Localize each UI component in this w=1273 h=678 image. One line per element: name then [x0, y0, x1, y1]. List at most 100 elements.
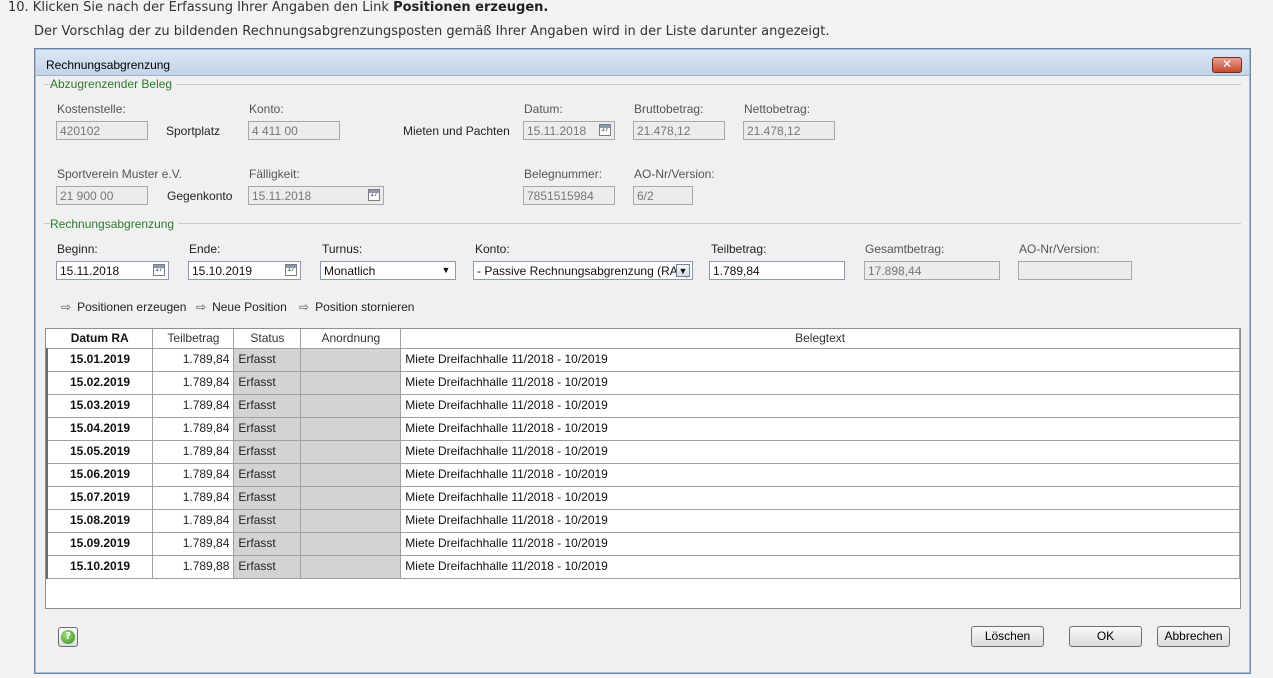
row-belegtext[interactable]: Miete Dreifachhalle 11/2018 - 10/2019: [400, 417, 1240, 441]
table-row[interactable]: 15.10.2019 1.789,88 Erfasst Miete Dreifachh…: [46, 555, 1240, 579]
row-teilbetrag[interactable]: 1.789,84: [152, 440, 235, 464]
row-status[interactable]: Erfasst: [233, 509, 302, 533]
dialog-titlebar[interactable]: Rechnungsabgrenzung ✕: [36, 50, 1249, 76]
teilbetrag-input[interactable]: 1.789,84: [709, 261, 845, 280]
row-datum[interactable]: 15.07.2019: [46, 486, 154, 510]
row-status[interactable]: Erfasst: [233, 394, 302, 418]
abbrechen-button[interactable]: Abbrechen: [1157, 626, 1230, 647]
table-row[interactable]: 15.03.2019 1.789,84 Erfasst Miete Dreifachh…: [46, 394, 1240, 418]
table-row[interactable]: 15.06.2019 1.789,84 Erfasst Miete Dreifachh…: [46, 463, 1240, 487]
row-anordnung[interactable]: [300, 394, 402, 418]
row-teilbetrag[interactable]: 1.789,88: [152, 555, 235, 579]
row-teilbetrag[interactable]: 1.789,84: [152, 532, 235, 556]
row-datum[interactable]: 15.03.2019: [46, 394, 154, 418]
row-datum[interactable]: 15.02.2019: [46, 371, 154, 395]
abgrenzung-ao-label: AO-Nr/Version:: [1019, 242, 1100, 256]
faelligkeit-field: 15.11.2018 17: [248, 186, 384, 205]
row-anordnung[interactable]: [300, 440, 402, 464]
row-status[interactable]: Erfasst: [233, 348, 302, 372]
instruction-description: Der Vorschlag der zu bildenden Rechnungs…: [34, 24, 830, 39]
row-status[interactable]: Erfasst: [233, 463, 302, 487]
row-teilbetrag[interactable]: 1.789,84: [152, 394, 235, 418]
row-status[interactable]: Erfasst: [233, 417, 302, 441]
group-divider-abgrenzung: [44, 223, 1241, 224]
calendar-icon[interactable]: 17: [153, 264, 165, 276]
ende-date-input[interactable]: 15.10.2019 17: [188, 261, 301, 280]
table-row[interactable]: 15.05.2019 1.789,84 Erfasst Miete Dreifachh…: [46, 440, 1240, 464]
row-status[interactable]: Erfasst: [233, 486, 302, 510]
row-datum[interactable]: 15.09.2019: [46, 532, 154, 556]
gesamtbetrag-field: 17.898,44: [864, 261, 1000, 280]
close-button[interactable]: ✕: [1212, 57, 1242, 73]
positionen-erzeugen-link[interactable]: ⇨ Positionen erzeugen: [61, 300, 186, 314]
row-teilbetrag[interactable]: 1.789,84: [152, 463, 235, 487]
table-row[interactable]: 15.09.2019 1.789,84 Erfasst Miete Dreifachh…: [46, 532, 1240, 556]
row-datum[interactable]: 15.06.2019: [46, 463, 154, 487]
row-belegtext[interactable]: Miete Dreifachhalle 11/2018 - 10/2019: [400, 555, 1240, 579]
help-button[interactable]: ?: [58, 627, 78, 647]
calendar-icon[interactable]: 17: [285, 264, 297, 276]
ao-nr-field: 6/2: [633, 186, 693, 205]
table-row[interactable]: 15.04.2019 1.789,84 Erfasst Miete Dreifachh…: [46, 417, 1240, 441]
row-datum[interactable]: 15.04.2019: [46, 417, 154, 441]
ok-button[interactable]: OK: [1069, 626, 1142, 647]
row-datum[interactable]: 15.08.2019: [46, 509, 154, 533]
nettobetrag-field: 21.478,12: [743, 121, 835, 140]
row-teilbetrag[interactable]: 1.789,84: [152, 371, 235, 395]
row-belegtext[interactable]: Miete Dreifachhalle 11/2018 - 10/2019: [400, 532, 1240, 556]
row-teilbetrag[interactable]: 1.789,84: [152, 509, 235, 533]
row-belegtext[interactable]: Miete Dreifachhalle 11/2018 - 10/2019: [400, 509, 1240, 533]
row-datum[interactable]: 15.01.2019: [46, 348, 154, 372]
row-anordnung[interactable]: [300, 555, 402, 579]
neue-position-link[interactable]: ⇨ Neue Position: [196, 300, 287, 314]
column-header-teilbetrag[interactable]: Teilbetrag: [152, 329, 235, 349]
abgrenzung-konto-value: - Passive Rechnungsabgrenzung (RAP): [477, 264, 690, 278]
row-anordnung[interactable]: [300, 371, 402, 395]
kostenstelle-name: Sportplatz: [166, 124, 221, 138]
position-stornieren-label: Position stornieren: [315, 300, 415, 314]
beginn-date-input[interactable]: 15.11.2018 17: [56, 261, 169, 280]
table-row[interactable]: 15.01.2019 1.789,84 Erfasst Miete Dreifachh…: [46, 348, 1240, 372]
turnus-label: Turnus:: [322, 242, 363, 256]
loeschen-button[interactable]: Löschen: [971, 626, 1044, 647]
table-row[interactable]: 15.08.2019 1.789,84 Erfasst Miete Dreifachh…: [46, 509, 1240, 533]
row-status[interactable]: Erfasst: [233, 440, 302, 464]
row-teilbetrag[interactable]: 1.789,84: [152, 417, 235, 441]
row-status[interactable]: Erfasst: [233, 371, 302, 395]
row-teilbetrag[interactable]: 1.789,84: [152, 486, 235, 510]
positionen-erzeugen-label: Positionen erzeugen: [77, 300, 187, 314]
row-anordnung[interactable]: [300, 348, 402, 372]
row-status[interactable]: Erfasst: [233, 532, 302, 556]
bruttobetrag-field: 21.478,12: [633, 121, 725, 140]
row-anordnung[interactable]: [300, 463, 402, 487]
column-header-status[interactable]: Status: [233, 329, 302, 349]
konto-field: 4 411 00: [248, 121, 340, 140]
row-belegtext[interactable]: Miete Dreifachhalle 11/2018 - 10/2019: [400, 463, 1240, 487]
row-datum[interactable]: 15.10.2019: [46, 555, 154, 579]
table-row[interactable]: 15.07.2019 1.789,84 Erfasst Miete Dreifachh…: [46, 486, 1240, 510]
position-stornieren-link[interactable]: ⇨ Position stornieren: [299, 300, 414, 314]
row-teilbetrag[interactable]: 1.789,84: [152, 348, 235, 372]
row-belegtext[interactable]: Miete Dreifachhalle 11/2018 - 10/2019: [400, 348, 1240, 372]
row-belegtext[interactable]: Miete Dreifachhalle 11/2018 - 10/2019: [400, 440, 1240, 464]
column-header-datum[interactable]: Datum RA: [47, 329, 154, 349]
instruction-step: 10. Klicken Sie nach der Erfassung Ihrer…: [8, 0, 548, 15]
row-anordnung[interactable]: [300, 486, 402, 510]
row-belegtext[interactable]: Miete Dreifachhalle 11/2018 - 10/2019: [400, 486, 1240, 510]
row-anordnung[interactable]: [300, 532, 402, 556]
row-datum[interactable]: 15.05.2019: [46, 440, 154, 464]
row-anordnung[interactable]: [300, 509, 402, 533]
table-row[interactable]: 15.02.2019 1.789,84 Erfasst Miete Dreifachh…: [46, 371, 1240, 395]
row-anordnung[interactable]: [300, 417, 402, 441]
group-title-beleg: Abzugrenzender Beleg: [50, 77, 177, 91]
column-header-anordnung[interactable]: Anordnung: [300, 329, 402, 349]
abgrenzung-konto-select[interactable]: - Passive Rechnungsabgrenzung (RAP) ▼: [473, 261, 693, 280]
beginn-value: 15.11.2018: [60, 264, 120, 278]
row-belegtext[interactable]: Miete Dreifachhalle 11/2018 - 10/2019: [400, 394, 1240, 418]
group-divider-beleg: [44, 84, 1241, 85]
row-belegtext[interactable]: Miete Dreifachhalle 11/2018 - 10/2019: [400, 371, 1240, 395]
column-header-belegtext[interactable]: Belegtext: [400, 329, 1240, 349]
turnus-value: Monatlich: [324, 264, 376, 278]
turnus-select[interactable]: Monatlich ▼: [320, 261, 456, 280]
row-status[interactable]: Erfasst: [233, 555, 302, 579]
